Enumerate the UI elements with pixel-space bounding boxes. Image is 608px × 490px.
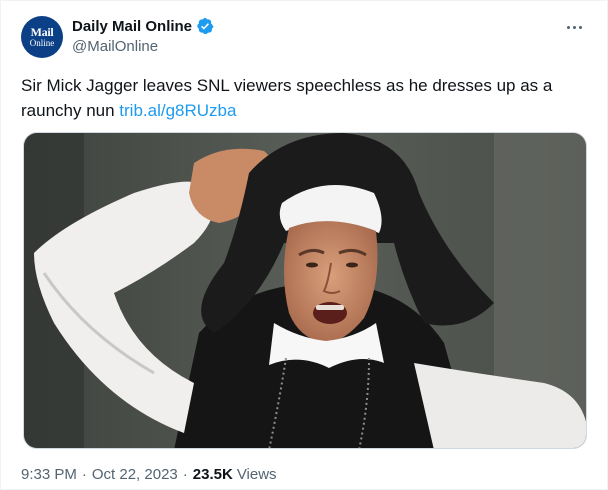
tweet-meta: 9:33 PM · Oct 22, 2023 · 23.5K Views [21, 466, 277, 483]
avatar-text-online: Online [29, 38, 55, 48]
verified-badge-icon [197, 17, 214, 35]
separator-dot: · [81, 466, 87, 483]
display-name[interactable]: Daily Mail Online [72, 18, 192, 35]
avatar[interactable]: Mail Online [21, 16, 63, 58]
views-count: 23.5K [192, 466, 233, 483]
separator-dot: · [182, 466, 188, 483]
views-label: Views [236, 466, 277, 483]
name-row: Daily Mail Online [72, 15, 214, 37]
tweet-body: Sir Mick Jagger leaves SNL viewers speec… [21, 76, 553, 120]
handle[interactable]: @MailOnline [72, 38, 214, 55]
tweet-link[interactable]: trib.al/g8RUzba [119, 101, 236, 120]
tweet-date[interactable]: Oct 22, 2023 [92, 466, 178, 483]
tweet-time[interactable]: 9:33 PM [21, 466, 77, 483]
photo-nun-costume [24, 133, 586, 448]
tweet-text: Sir Mick Jagger leaves SNL viewers speec… [21, 73, 581, 123]
more-options-icon[interactable] [563, 17, 585, 37]
tweet-card[interactable]: Mail Online Daily Mail Online @MailOnlin… [0, 0, 608, 490]
tweet-media-photo[interactable] [23, 132, 587, 449]
avatar-text-mail: Mail [30, 25, 54, 39]
author-info: Daily Mail Online @MailOnline [72, 15, 214, 55]
